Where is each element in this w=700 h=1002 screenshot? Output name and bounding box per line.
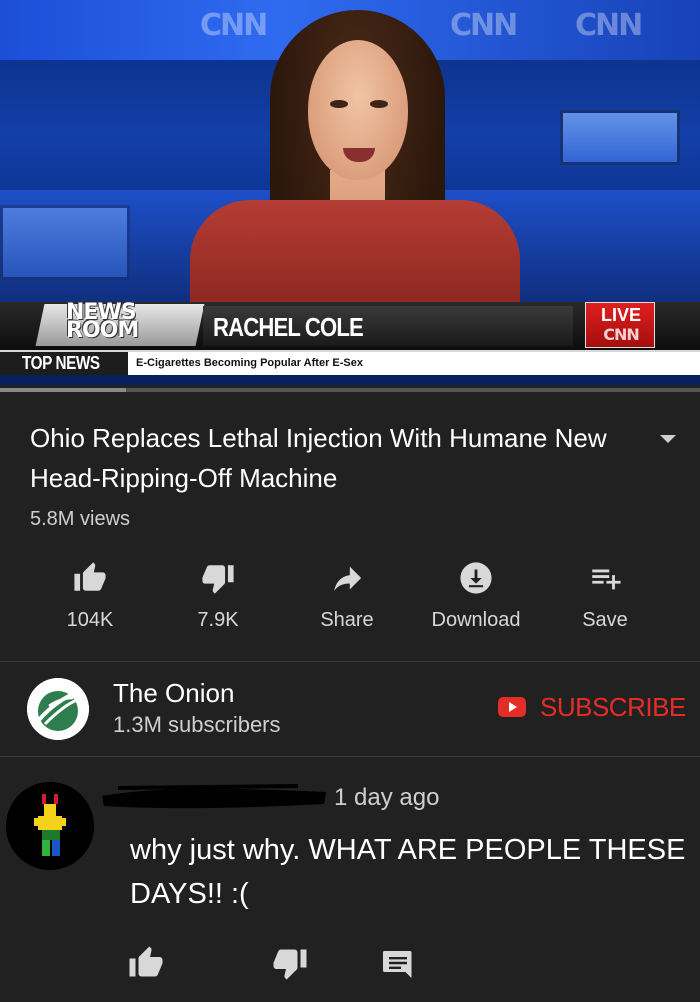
ticker-box: E-Cigarettes Becoming Popular After E-Se… <box>128 350 700 375</box>
subscriber-count: 1.3M subscribers <box>113 712 281 737</box>
view-count: 5.8M views <box>30 508 131 530</box>
pixel-character-icon <box>6 782 94 870</box>
onion-logo-icon <box>27 678 89 740</box>
studio-monitor <box>560 110 680 165</box>
download-label: Download <box>431 609 521 631</box>
share-icon <box>334 566 362 591</box>
live-badge: LIVE CNN <box>585 302 655 348</box>
share-label: Share <box>320 609 374 631</box>
video-player[interactable]: CNN CNN CNN NEWS ROOM RACHEL COLE LIVE C… <box>0 0 700 385</box>
divider <box>0 661 700 662</box>
anchor-name: RACHEL COLE <box>213 312 364 342</box>
studio-logo: CNN <box>575 8 643 43</box>
commenter-avatar[interactable] <box>6 782 94 870</box>
download-icon <box>460 562 492 594</box>
thumbs-up-icon <box>74 562 106 591</box>
subscribe-label: SUBSCRIBE <box>540 692 686 722</box>
divider <box>0 756 700 757</box>
save-button[interactable]: Save <box>540 555 670 645</box>
playlist-add-icon <box>592 569 621 590</box>
video-title: Ohio Replaces Lethal Injection With Huma… <box>30 423 607 493</box>
share-button[interactable]: Share <box>282 555 412 645</box>
save-label: Save <box>582 609 628 631</box>
chevron-down-icon[interactable] <box>654 428 682 448</box>
ticker-label: TOP NEWS <box>22 353 100 373</box>
thumbs-down-icon <box>273 949 307 980</box>
anchor-eye <box>330 100 348 108</box>
channel-avatar[interactable] <box>27 678 89 740</box>
comment-timestamp: 1 day ago <box>334 784 440 811</box>
dislike-button[interactable]: 7.9K <box>153 555 283 645</box>
youtube-play-icon <box>498 697 526 717</box>
anchor-face <box>308 40 408 180</box>
news-anchor <box>190 10 520 310</box>
ticker-label-box: TOP NEWS <box>0 350 128 375</box>
comment-like-button[interactable] <box>128 945 168 985</box>
news-room-logo: NEWS ROOM <box>66 300 139 343</box>
reply-icon <box>383 951 412 978</box>
live-network-logo: CNN <box>603 325 640 344</box>
redacted-username <box>102 784 326 809</box>
thumbs-down-icon <box>202 565 234 594</box>
live-label: LIVE <box>600 305 641 325</box>
thumbs-up-icon <box>129 946 163 977</box>
anchor-eye <box>370 100 388 108</box>
comment-dislike-button[interactable] <box>272 945 312 985</box>
progress-buffered <box>0 388 126 392</box>
like-count: 104K <box>66 609 114 631</box>
dislike-count: 7.9K <box>197 609 239 631</box>
channel-name[interactable]: The Onion <box>113 678 234 709</box>
action-bar: 104K 7.9K Share Download Save <box>0 555 700 645</box>
anchor-mouth <box>343 148 375 162</box>
studio-monitor <box>0 205 130 280</box>
download-button[interactable]: Download <box>411 555 541 645</box>
like-button[interactable]: 104K <box>25 555 155 645</box>
ticker-headline: E-Cigarettes Becoming Popular After E-Se… <box>136 357 363 369</box>
anchor-blazer <box>190 200 520 310</box>
comment-reply-button[interactable] <box>380 945 420 985</box>
comment-text: why just why. WHAT ARE PEOPLE THESE DAYS… <box>130 834 686 910</box>
